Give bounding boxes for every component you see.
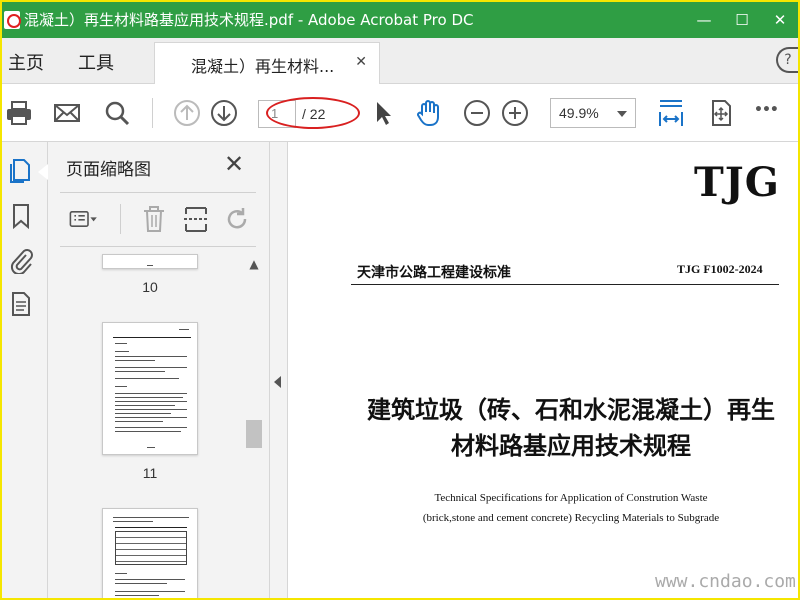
thumbnail-text-line (115, 421, 163, 422)
close-tab-button[interactable]: ✕ (355, 54, 367, 70)
thumbnail-text-line (113, 521, 153, 522)
thumbnail-text-line (115, 351, 129, 352)
zoom-in-icon[interactable] (500, 98, 530, 128)
thumbnail-text-line (115, 401, 187, 402)
zoom-out-icon[interactable] (462, 98, 492, 128)
page-thumbnail-number: 11 (142, 465, 158, 481)
thumbnail-text-line (147, 447, 155, 448)
previous-page-icon[interactable] (172, 98, 202, 128)
close-panel-button[interactable]: ✕ (224, 150, 244, 178)
thumbnail-text-line (115, 367, 187, 368)
toolbar-divider (152, 98, 153, 128)
thumbnail-text-line (115, 378, 179, 379)
thumbnail-text-line (115, 431, 181, 432)
thumbnail-text-line (115, 343, 127, 344)
thumbnail-text-line (115, 371, 165, 372)
navigation-rail (2, 142, 48, 598)
close-window-button[interactable]: ✕ (768, 8, 792, 32)
thumbnail-text-line (115, 595, 159, 596)
tab-tools[interactable]: 工具 (78, 49, 114, 75)
paperclip-icon[interactable] (8, 246, 34, 274)
thumbnail-text-line (115, 405, 175, 406)
panel-tool-divider (120, 204, 121, 234)
print-icon[interactable] (4, 98, 34, 128)
watermark-text: www.cndao.com (655, 571, 796, 592)
thumbnail-table (115, 531, 187, 565)
collapse-panel-icon[interactable] (274, 376, 281, 388)
panel-divider (60, 246, 256, 247)
thumbnail-rule (113, 337, 191, 338)
toolbar: 1 / 22 49.9% ••• (2, 84, 798, 142)
document-tab-label: 混凝土）再生材料... (191, 57, 335, 76)
thumbnail-text-line (115, 427, 187, 428)
thumbnail-text-line (115, 583, 167, 584)
zoom-value: 49.9% (559, 105, 599, 121)
thumbnail-options-icon[interactable] (68, 204, 100, 234)
acrobat-app-icon[interactable] (4, 11, 21, 29)
thumbnail-scrollbar[interactable]: ▲ (246, 254, 262, 598)
tab-document[interactable]: 混凝土）再生材料... ✕ (154, 42, 380, 84)
annotation-ellipse (266, 97, 360, 129)
acrobat-window: 混凝土）再生材料路基应用技术规程.pdf - Adobe Acrobat Pro… (2, 2, 798, 598)
page-thumbnail[interactable] (102, 254, 198, 269)
thumbnail-text-line (115, 413, 171, 414)
thumbnail-text-line (115, 573, 127, 574)
page-thumbnail[interactable] (102, 508, 198, 598)
thumbnail-text-line (115, 591, 185, 592)
full-screen-icon[interactable] (706, 98, 736, 128)
thumbnail-text-line (115, 386, 127, 387)
thumbnail-rule (115, 527, 187, 528)
page-thumbnail[interactable] (102, 322, 198, 455)
tab-home[interactable]: 主页 (8, 49, 44, 75)
select-cursor-icon[interactable] (368, 98, 398, 128)
thumbnail-text-line (115, 417, 187, 418)
chevron-down-icon (617, 111, 627, 117)
thumbnail-text-line (115, 409, 187, 410)
english-title-line-1: Technical Specifications for Application… (434, 492, 708, 504)
zoom-dropdown[interactable]: 49.9% (550, 98, 636, 128)
page-thumbnails-icon[interactable] (8, 156, 34, 184)
document-title-line-2: 材料路基应用技术规程 (451, 434, 691, 460)
tab-bar: 主页 工具 混凝土）再生材料... ✕ ? (2, 38, 798, 84)
fit-width-icon[interactable] (656, 98, 686, 128)
window-title: 混凝土）再生材料路基应用技术规程.pdf - Adobe Acrobat Pro… (24, 11, 474, 29)
english-title-line-2: (brick,stone and cement concrete) Recycl… (422, 512, 720, 524)
thumbnail-text-line (115, 360, 155, 361)
scroll-up-icon[interactable]: ▲ (248, 258, 260, 270)
minimize-button[interactable]: — (692, 8, 716, 32)
thumbnail-text-line (115, 579, 185, 580)
next-page-icon[interactable] (209, 98, 239, 128)
email-icon[interactable] (52, 98, 82, 128)
panel-title: 页面缩略图 (66, 160, 151, 180)
active-panel-pointer (38, 164, 48, 180)
thumbnail-text-line (115, 397, 183, 398)
scrollbar-thumb[interactable] (246, 420, 262, 448)
thumbnail-text-line (179, 329, 189, 330)
thumbnail-text-line (115, 356, 187, 357)
document-page: TJG 天津市公路工程建设标准 TJG F1002-2024 建筑垃圾（砖、石和… (289, 143, 798, 598)
thumbnails-panel: 页面缩略图 ✕ 10 11 ▲ (48, 142, 270, 598)
maximize-button[interactable]: ☐ (730, 8, 754, 32)
rotate-icon[interactable] (222, 204, 254, 234)
trash-icon[interactable] (138, 204, 170, 234)
page-thumbnail-number: 10 (142, 279, 158, 295)
document-title-line-1: 建筑垃圾（砖、石和水泥混凝土）再生 (367, 398, 775, 424)
header-rule (351, 284, 779, 285)
thumbnail-text-line (115, 393, 187, 394)
search-icon[interactable] (102, 98, 132, 128)
standard-organization: 天津市公路工程建设标准 (357, 266, 511, 281)
hand-tool-icon[interactable] (414, 98, 444, 128)
panel-splitter[interactable] (270, 142, 288, 598)
thumbnail-text-line (113, 517, 189, 518)
more-tools-icon[interactable]: ••• (754, 102, 784, 132)
panel-divider (60, 192, 256, 193)
insert-page-icon[interactable] (180, 204, 212, 234)
standard-logo: TJG (694, 159, 780, 206)
title-bar: 混凝土）再生材料路基应用技术规程.pdf - Adobe Acrobat Pro… (2, 2, 798, 38)
standard-code: TJG F1002-2024 (677, 262, 763, 276)
bookmark-icon[interactable] (8, 202, 34, 230)
document-content-icon[interactable] (8, 290, 34, 318)
help-button[interactable]: ? (776, 47, 798, 73)
thumbnail-text-line (147, 265, 153, 266)
